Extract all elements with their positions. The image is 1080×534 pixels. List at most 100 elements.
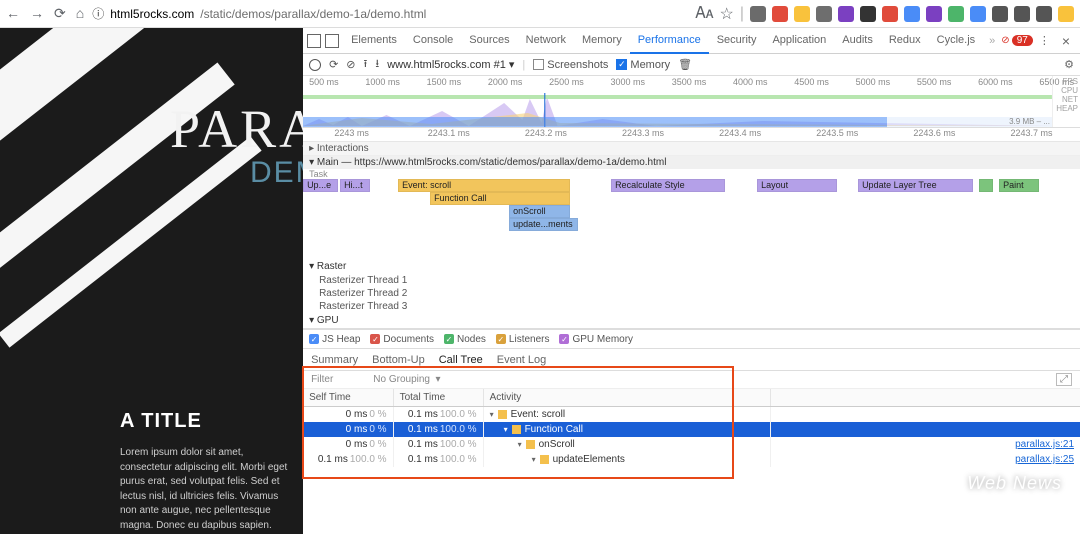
flame-segment[interactable]: onScroll [509,205,570,218]
profile-select[interactable]: www.html5rocks.com #1 ▾ [387,58,514,71]
col-activity[interactable]: Activity [483,389,770,407]
error-count: 97 [1012,35,1033,46]
memory-checkbox[interactable]: ✓Memory [616,59,670,71]
call-tree-table[interactable]: Self Time Total Time Activity 0 ms0 %0.1… [303,389,1080,467]
col-total-time[interactable]: Total Time [393,389,483,407]
detail-tab[interactable]: Call Tree [439,354,483,366]
legend-item[interactable]: ✓JS Heap [309,334,360,345]
detail-tab[interactable]: Summary [311,354,358,366]
extension-icon[interactable] [838,6,854,22]
save-icon[interactable]: ⭳ [375,55,379,74]
clear-icon[interactable]: ⊘ [346,58,355,71]
devtools-panel: ElementsConsoleSourcesNetworkMemoryPerfo… [303,28,1080,534]
devtools-tab-console[interactable]: Console [405,28,461,54]
devtools-tab-elements[interactable]: Elements [343,28,405,54]
extension-icon[interactable] [1014,6,1030,22]
info-icon: ⓘ [92,5,104,22]
extension-icon[interactable] [882,6,898,22]
flame-segment[interactable]: Up...e [303,179,338,192]
close-icon[interactable]: × [1056,33,1076,49]
table-row[interactable]: 0 ms0 %0.1 ms100.0 %▾Event: scroll [303,407,1080,423]
inspect-icon[interactable] [307,34,321,48]
forward-icon[interactable]: → [30,5,44,22]
legend-item[interactable]: ✓Documents [370,334,434,345]
memory-legend: ✓JS Heap ✓Documents ✓Nodes ✓Listeners ✓GPU M… [303,329,1080,349]
legend-item[interactable]: ✓GPU Memory [559,334,633,345]
flame-segment[interactable]: Update Layer Tree [858,179,973,192]
raster-thread[interactable]: Rasterizer Thread 3 [303,300,1080,313]
extension-icon[interactable] [948,6,964,22]
screenshots-checkbox[interactable]: Screenshots [533,59,608,71]
col-self-time[interactable]: Self Time [303,389,393,407]
grouping-select[interactable]: No Grouping ▾ [373,374,440,385]
flame-segment[interactable]: Paint [999,179,1039,192]
detail-tab[interactable]: Event Log [497,354,547,366]
extension-icon[interactable] [794,6,810,22]
raster-thread[interactable]: Rasterizer Thread 1 [303,274,1080,287]
extension-icon[interactable] [1058,6,1074,22]
extension-icon[interactable] [992,6,1008,22]
extension-icon[interactable] [904,6,920,22]
translate-icon[interactable]: 🗛 [695,5,713,23]
page-subheading: DEM [250,156,303,190]
devtools-tab-application[interactable]: Application [764,28,834,54]
table-row[interactable]: 0 ms0 %0.1 ms100.0 %▾onScrollparallax.js… [303,437,1080,452]
extension-icon[interactable] [816,6,832,22]
detail-tab[interactable]: Bottom-Up [372,354,425,366]
error-icon[interactable]: ⊘ [1001,35,1009,46]
page-heading: PARAL [170,98,303,160]
flame-segment[interactable]: update...ments [509,218,578,231]
devtools-tab-network[interactable]: Network [518,28,574,54]
flame-chart[interactable]: ▸ Interactions ▾ Main — https://www.html… [303,142,1080,329]
raster-thread[interactable]: Rasterizer Thread 2 [303,287,1080,300]
devtools-tab-memory[interactable]: Memory [574,28,630,54]
extension-icons: 🗛 ☆ | [695,4,1074,24]
legend-item[interactable]: ✓Listeners [496,334,550,345]
filter-input[interactable]: Filter [311,374,333,385]
home-icon[interactable]: ⌂ [76,5,84,22]
extension-icon[interactable] [772,6,788,22]
reload-record-icon[interactable]: ⟳ [329,58,338,71]
address-bar[interactable]: ⓘ html5rocks.com/static/demos/parallax/d… [92,5,452,22]
devtools-tabs: ElementsConsoleSourcesNetworkMemoryPerfo… [303,28,1080,54]
devtools-tab-sources[interactable]: Sources [461,28,517,54]
flame-segment[interactable]: Recalculate Style [611,179,725,192]
section-title: A TITLE [120,410,202,433]
load-icon[interactable]: ⭱ [364,55,368,74]
reload-icon[interactable]: ⟳ [54,5,66,22]
devtools-tab-audits[interactable]: Audits [834,28,881,54]
filter-row: Filter No Grouping ▾ ⤢ [303,371,1080,389]
timeline-overview[interactable]: 500 ms1000 ms1500 ms2000 ms2500 ms3000 m… [303,76,1080,128]
flame-segment[interactable]: Hi...t [340,179,370,192]
star-icon[interactable]: ☆ [720,4,734,24]
devtools-tab-redux[interactable]: Redux [881,28,929,54]
flame-segment[interactable]: Event: scroll [398,179,570,192]
devtools-tab-performance[interactable]: Performance [630,28,709,54]
record-icon[interactable] [309,59,321,71]
gear-icon[interactable]: ⚙ [1064,58,1074,71]
flame-segment[interactable]: Layout [757,179,837,192]
legend-item[interactable]: ✓Nodes [444,334,486,345]
expand-icon[interactable]: ⤢ [1056,373,1072,386]
overflow-icon[interactable]: » [985,35,999,47]
flame-segment[interactable] [979,179,993,192]
flame-segment[interactable]: Function Call [430,192,570,205]
trash-icon[interactable]: 🗑 [678,58,692,71]
browser-toolbar: ← → ⟳ ⌂ ⓘ html5rocks.com/static/demos/pa… [0,0,1080,28]
extension-icon[interactable] [970,6,986,22]
extension-icon[interactable] [860,6,876,22]
page-content: PARAL DEM A TITLE Lorem ipsum dolor sit … [0,28,303,534]
back-icon[interactable]: ← [6,5,20,22]
device-icon[interactable] [325,34,339,48]
extension-icon[interactable] [750,6,766,22]
devtools-tab-cycle.js[interactable]: Cycle.js [929,28,984,54]
lorem-text: Lorem ipsum dolor sit amet, consectetur … [120,446,293,534]
url-path: /static/demos/parallax/demo-1a/demo.html [200,7,426,21]
more-icon[interactable]: ⋮ [1035,34,1054,47]
extension-icon[interactable] [926,6,942,22]
extension-icon[interactable] [1036,6,1052,22]
table-row[interactable]: 0.1 ms100.0 %0.1 ms100.0 %▾updateElement… [303,452,1080,467]
devtools-tab-security[interactable]: Security [709,28,765,54]
table-row[interactable]: 0 ms0 %0.1 ms100.0 %▾Function Call [303,422,1080,437]
detail-ruler[interactable]: 2243 ms2243.1 ms2243.2 ms2243.3 ms2243.4… [303,128,1080,142]
